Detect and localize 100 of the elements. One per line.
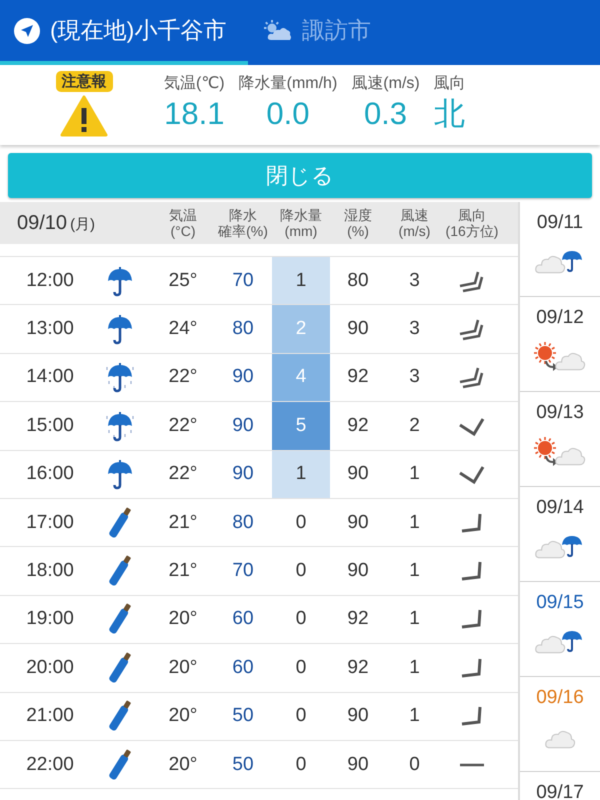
reading-value: 北 <box>434 95 466 133</box>
alert-badge: 注意報 <box>56 71 112 92</box>
time-cell: 12:00 <box>26 270 74 292</box>
wind-speed-cell: 2 <box>409 414 420 437</box>
column-header: 風速 <box>400 206 428 223</box>
wind-speed-cell: 1 <box>409 656 420 679</box>
reading-value: 0.3 <box>364 95 408 133</box>
day-date[interactable]: 09/12 <box>536 307 584 329</box>
wind-speed-cell: 3 <box>409 270 420 292</box>
column-unit: (%) <box>347 223 369 240</box>
rainfall-cell-text: 0 <box>294 607 308 632</box>
temperature-cell: 24° <box>168 318 198 340</box>
weekday-label: (月) <box>70 214 96 234</box>
partly-cloudy-icon <box>262 20 292 42</box>
column-header: 湿度 <box>344 206 372 223</box>
temperature-cell: 20° <box>168 656 198 679</box>
day-date[interactable]: 09/15 <box>536 592 584 614</box>
rainfall-cell: 2 <box>272 305 330 353</box>
column-header: 降水量 <box>280 206 322 223</box>
reading-value: 18.1 <box>164 95 224 133</box>
wind-direction-icon <box>460 656 484 679</box>
precipitation-chance-cell: 90 <box>232 366 254 388</box>
sun-to-cloud-icon <box>534 341 586 373</box>
umbrella-icon <box>105 313 135 346</box>
precipitation-chance-cell: 60 <box>232 656 254 679</box>
column-unit: (mm) <box>284 223 318 240</box>
wind-speed-cell: 1 <box>409 608 420 630</box>
reading-label: 風速(m/s) <box>351 74 420 94</box>
humidity-cell: 92 <box>347 608 369 630</box>
umbrella-icon <box>105 264 135 297</box>
time-cell: 16:00 <box>26 463 74 486</box>
wind-direction-icon <box>458 365 486 390</box>
precipitation-chance-cell: 50 <box>232 705 254 728</box>
wind-direction-icon <box>458 268 486 293</box>
reading-label: 気温(℃) <box>164 74 225 94</box>
time-cell: 14:00 <box>26 366 74 388</box>
precipitation-chance-cell: 70 <box>232 270 254 292</box>
reading-label: 風向 <box>434 74 466 94</box>
wind-speed-cell: 1 <box>409 705 420 728</box>
reading-value: 0.0 <box>266 95 310 133</box>
day-date[interactable]: 09/13 <box>536 402 584 424</box>
humidity-cell: 80 <box>347 270 369 292</box>
rainfall-cell-text: 0 <box>294 656 308 680</box>
humidity-cell: 90 <box>347 705 369 728</box>
date-label: 09/10 <box>17 212 68 234</box>
wind-direction-icon <box>460 705 484 728</box>
column-header: 気温 <box>169 206 197 223</box>
temperature-cell: 22° <box>168 414 198 437</box>
reading-label: 降水量(mm/h) <box>238 74 338 94</box>
rainfall-cell-text: 0 <box>294 704 308 728</box>
sun-to-cloud-icon <box>534 436 586 468</box>
temperature-cell: 20° <box>168 705 198 728</box>
humidity-cell: 92 <box>347 414 369 437</box>
wind-direction-icon <box>460 560 484 582</box>
rainfall-cell: 1 <box>272 450 330 498</box>
humidity-cell: 90 <box>347 560 369 582</box>
rain-umbrella-icon <box>105 410 135 442</box>
day-date[interactable]: 09/11 <box>536 212 584 234</box>
humidity-cell: 90 <box>347 754 369 776</box>
precipitation-chance-cell: 50 <box>232 754 254 776</box>
wind-direction-icon <box>460 512 484 534</box>
time-cell: 21:00 <box>26 705 74 728</box>
wind-direction-icon <box>458 317 486 342</box>
precipitation-chance-cell: 90 <box>232 414 254 437</box>
rainfall-cell-text: 0 <box>294 752 308 777</box>
time-cell: 17:00 <box>26 512 74 534</box>
humidity-cell: 92 <box>347 366 369 388</box>
rainfall-cell: 1 <box>272 257 330 304</box>
wind-speed-cell: 3 <box>409 318 420 340</box>
rainfall-cell: 5 <box>272 402 330 450</box>
temperature-cell: 25° <box>168 270 198 292</box>
rainfall-cell-text: 0 <box>294 559 308 584</box>
time-cell: 15:00 <box>26 414 74 437</box>
wind-calm-icon <box>459 762 485 768</box>
wind-direction-icon <box>460 608 484 630</box>
humidity-cell: 92 <box>347 656 369 679</box>
wind-speed-cell: 0 <box>409 754 420 776</box>
rainfall-cell: 4 <box>272 354 330 402</box>
rain-umbrella-icon <box>105 361 135 394</box>
precipitation-chance-cell: 60 <box>232 608 254 630</box>
column-unit: (16方位) <box>446 223 498 240</box>
day-date[interactable]: 09/14 <box>536 497 584 519</box>
humidity-cell: 90 <box>347 318 369 340</box>
time-cell: 19:00 <box>26 608 74 630</box>
day-date[interactable]: 09/17 <box>536 782 584 800</box>
wind-speed-cell: 1 <box>409 560 420 582</box>
temperature-cell: 20° <box>168 608 198 630</box>
umbrella-icon <box>105 458 135 490</box>
temperature-cell: 21° <box>168 512 198 534</box>
precipitation-chance-cell: 80 <box>232 318 254 340</box>
location-icon <box>14 18 40 44</box>
warning-icon <box>60 95 108 137</box>
precipitation-chance-cell: 90 <box>232 463 254 486</box>
column-header: 降水 <box>229 206 257 223</box>
time-cell: 13:00 <box>26 318 74 340</box>
wind-direction-icon <box>458 463 486 486</box>
time-cell: 18:00 <box>26 560 74 582</box>
humidity-cell: 90 <box>347 463 369 486</box>
temperature-cell: 22° <box>168 366 198 388</box>
column-unit: 確率(%) <box>218 223 268 240</box>
